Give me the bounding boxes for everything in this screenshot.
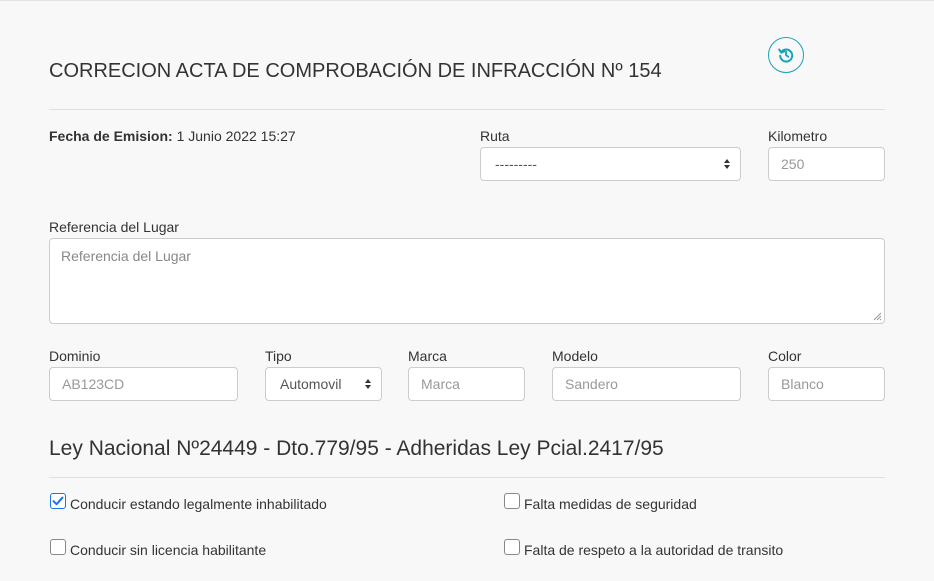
- history-icon: [778, 48, 794, 63]
- kilometro-label: Kilometro: [768, 128, 828, 144]
- ruta-select-value: ---------: [495, 156, 537, 172]
- checkbox-label[interactable]: Falta medidas de seguridad: [524, 496, 697, 512]
- ley-divider: [49, 477, 885, 478]
- referencia-textarea[interactable]: Referencia del Lugar: [49, 238, 885, 324]
- ruta-label: Ruta: [480, 128, 510, 144]
- select-caret-icon: [365, 379, 371, 389]
- modelo-input[interactable]: Sandero: [552, 367, 741, 401]
- title-divider: [49, 109, 885, 110]
- checkbox-falta-respeto[interactable]: [504, 539, 520, 555]
- dominio-input[interactable]: AB123CD: [49, 367, 238, 401]
- ruta-select[interactable]: ---------: [480, 147, 741, 181]
- fecha-emision-value: 1 Junio 2022 15:27: [176, 128, 296, 144]
- dominio-label: Dominio: [49, 348, 101, 364]
- history-button[interactable]: [768, 37, 804, 73]
- checkbox-label[interactable]: Conducir sin licencia habilitante: [70, 542, 266, 558]
- checkbox-inhabilitado[interactable]: [50, 493, 66, 509]
- ley-section-title: Ley Nacional Nº24449 - Dto.779/95 - Adhe…: [49, 437, 664, 460]
- select-caret-icon: [724, 159, 730, 169]
- checkbox-label[interactable]: Falta de respeto a la autoridad de trans…: [524, 542, 783, 558]
- referencia-placeholder: Referencia del Lugar: [61, 248, 191, 264]
- tipo-select[interactable]: Automovil: [265, 367, 382, 401]
- tipo-label: Tipo: [265, 348, 292, 364]
- tipo-select-value: Automovil: [280, 376, 342, 392]
- kilometro-input[interactable]: 250: [768, 147, 885, 181]
- checkbox-sin-licencia[interactable]: [50, 539, 66, 555]
- checkbox-medidas-seguridad[interactable]: [504, 493, 520, 509]
- checkmark-icon: [52, 496, 64, 506]
- top-border: [0, 0, 934, 1]
- referencia-label: Referencia del Lugar: [49, 219, 179, 235]
- checkbox-label[interactable]: Conducir estando legalmente inhabilitado: [70, 496, 327, 512]
- fecha-emision-label: Fecha de Emision:: [49, 128, 173, 144]
- color-input[interactable]: Blanco: [768, 367, 885, 401]
- marca-input[interactable]: Marca: [408, 367, 525, 401]
- marca-label: Marca: [408, 348, 447, 364]
- modelo-label: Modelo: [552, 348, 598, 364]
- page-title: CORRECION ACTA DE COMPROBACIÓN DE INFRAC…: [49, 60, 662, 82]
- fecha-emision: Fecha de Emision: 1 Junio 2022 15:27: [49, 128, 296, 144]
- resize-grip-icon[interactable]: [872, 311, 882, 321]
- color-label: Color: [768, 348, 802, 364]
